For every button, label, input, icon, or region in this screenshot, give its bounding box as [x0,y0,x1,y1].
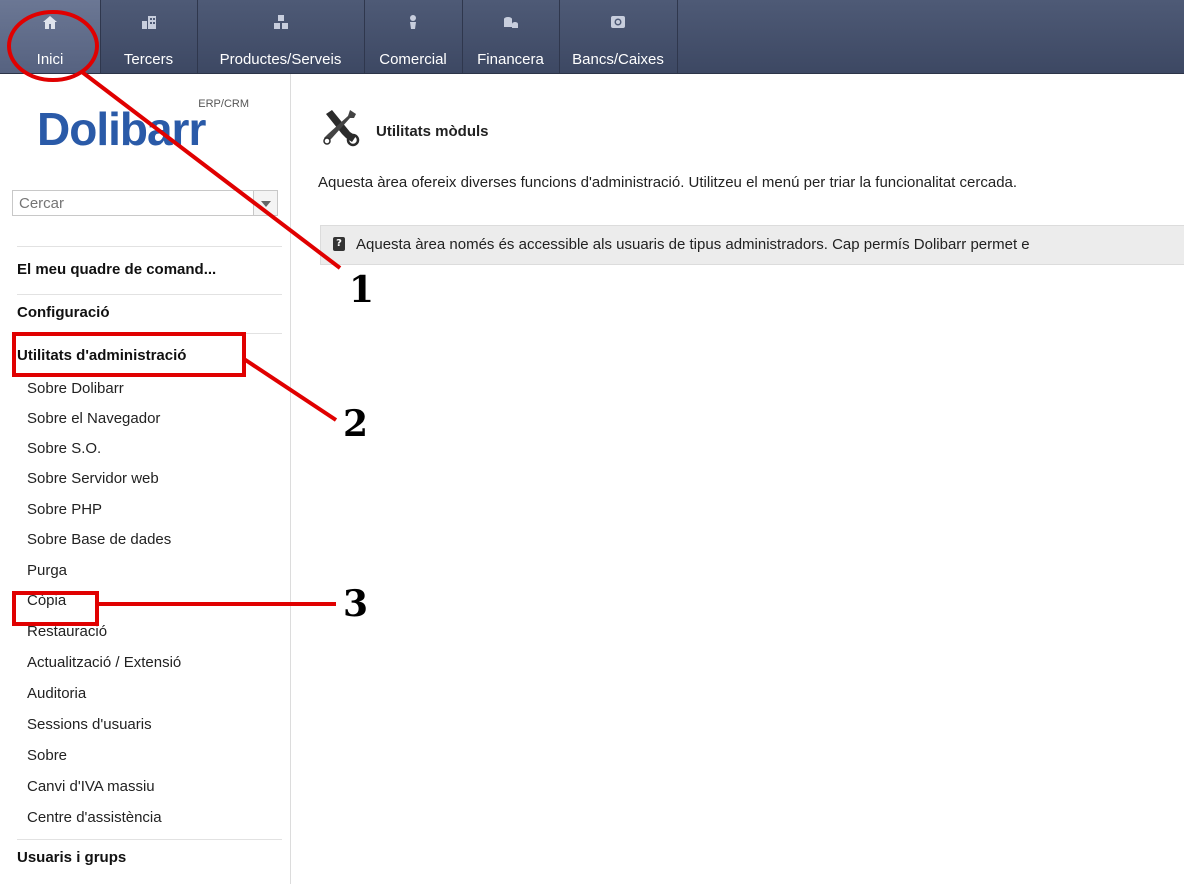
sidebar-item-copia[interactable]: Còpia [27,592,287,609]
menu-label: Financera [477,51,544,68]
sidebar-item-sobre-php[interactable]: Sobre PHP [27,501,287,518]
help-icon: ? [333,237,345,251]
menu-financera[interactable]: Financera [462,0,560,73]
menu-label: Productes/Serveis [219,51,342,68]
sidebar-section-usuaris-grups[interactable]: Usuaris i grups [17,849,287,866]
menu-productes-serveis[interactable]: Productes/Serveis [197,0,365,73]
sidebar-item-sobre-base-dades[interactable]: Sobre Base de dades [27,531,287,548]
search-input[interactable] [12,190,254,216]
home-icon [43,16,57,29]
sidebar-item-sobre-so[interactable]: Sobre S.O. [27,440,287,457]
sidebar-item-restauracio[interactable]: Restauració [27,623,287,640]
sidebar-item-sobre-servidor-web[interactable]: Sobre Servidor web [27,470,287,487]
menu-bancs-caixes[interactable]: Bancs/Caixes [559,0,678,73]
annotation-number-3: 3 [343,583,369,625]
logo-subtitle: ERP/CRM [198,98,249,110]
divider [17,839,282,840]
products-icon [273,15,288,29]
menu-inici[interactable]: Inici [0,0,101,73]
menu-label: Bancs/Caixes [572,51,664,68]
companies-icon [141,16,156,29]
page-title: Utilitats mòduls [376,123,489,140]
info-text: Aquesta àrea només és accessible als usu… [356,236,1030,253]
annotation-number-2: 2 [343,403,369,445]
chevron-down-icon [261,201,271,207]
search-dropdown-button[interactable] [254,190,278,216]
divider [17,333,282,334]
menu-label: Tercers [123,51,174,68]
sidebar-section-utilitats[interactable]: Utilitats d'administració [17,347,287,364]
menu-tercers[interactable]: Tercers [100,0,198,73]
annotation-number-1: 1 [349,269,375,311]
sidebar-item-purga[interactable]: Purga [27,562,287,579]
dolibarr-logo[interactable]: Dolibarr ERP/CRM [37,98,257,152]
tools-icon [323,110,360,147]
commercial-icon [410,15,416,29]
divider [17,246,282,247]
sidebar-item-centre-assistencia[interactable]: Centre d'assistència [27,809,287,826]
sidebar-item-sobre[interactable]: Sobre [27,747,287,764]
menu-label: Inici [36,51,64,68]
sidebar-section-configuracio[interactable]: Configuració [17,304,287,321]
left-sidebar: Dolibarr ERP/CRM El meu quadre de comand… [0,74,291,884]
logo-text: Dolibarr [37,103,206,155]
bank-icon [611,16,625,28]
sidebar-item-actualitzacio[interactable]: Actualització / Extensió [27,654,287,671]
sidebar-item-canvi-iva[interactable]: Canvi d'IVA massiu [27,778,287,795]
page-description: Aquesta àrea ofereix diverses funcions d… [318,174,1018,191]
menu-label: Comercial [379,51,447,68]
menu-comercial[interactable]: Comercial [364,0,463,73]
sidebar-item-sobre-navegador[interactable]: Sobre el Navegador [27,410,287,427]
info-box: ? Aquesta àrea només és accessible als u… [320,225,1184,265]
divider [17,294,282,295]
sidebar-item-sobre-dolibarr[interactable]: Sobre Dolibarr [27,380,287,397]
top-menu-bar: Inici Tercers Productes/Serveis Comercia… [0,0,1184,74]
sidebar-item-auditoria[interactable]: Auditoria [27,685,287,702]
sidebar-section-dashboard[interactable]: El meu quadre de comand... [17,261,287,278]
sidebar-item-sessions-usuaris[interactable]: Sessions d'usuaris [27,716,287,733]
billing-icon [503,17,518,28]
